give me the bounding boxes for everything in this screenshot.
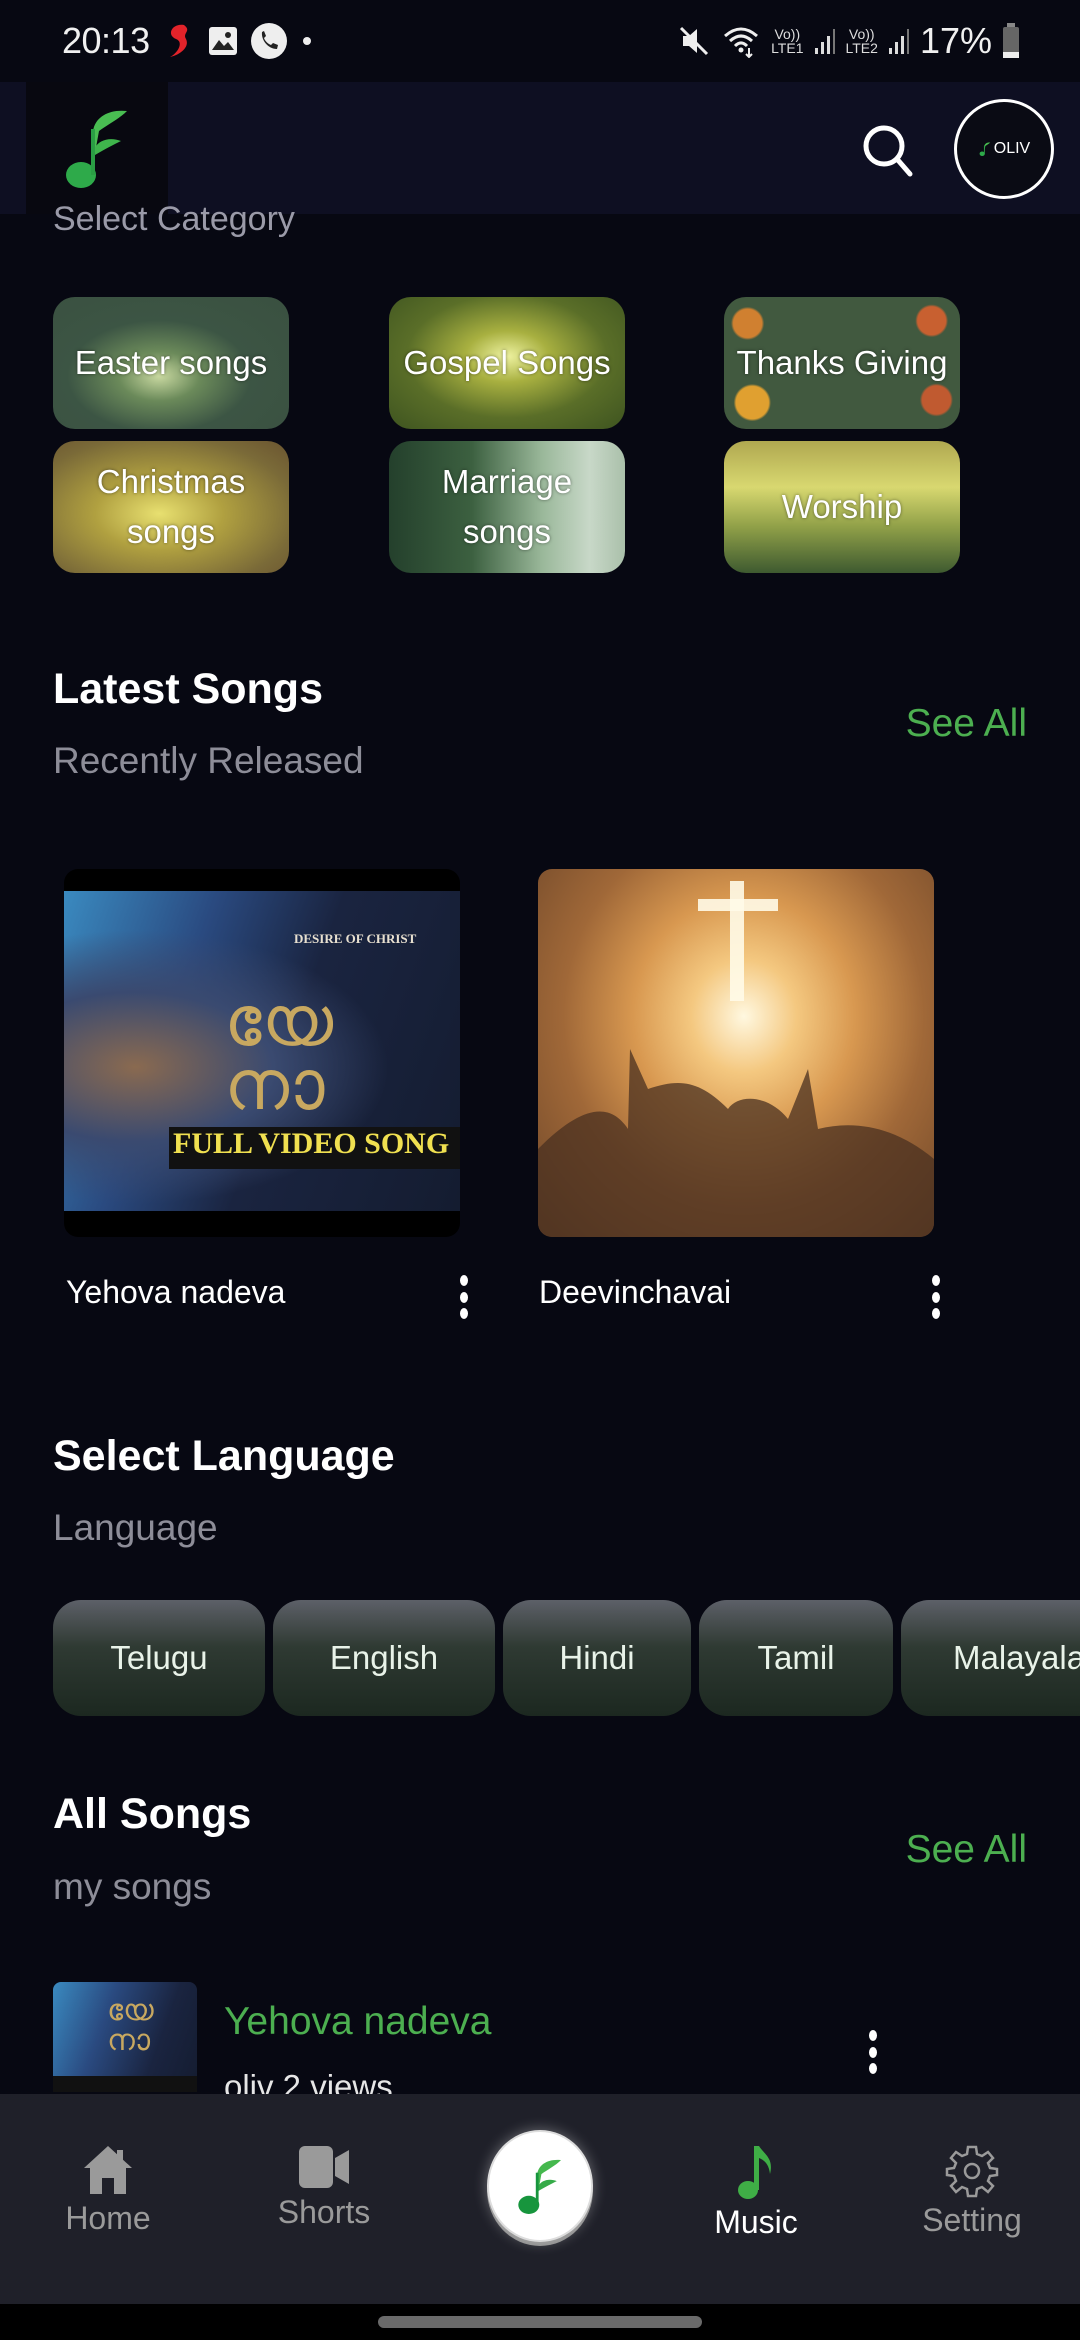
more-options-icon[interactable] xyxy=(926,1275,946,1319)
gear-icon xyxy=(945,2145,999,2198)
all-songs-see-all-link[interactable]: See All xyxy=(906,1828,1027,1872)
cross-icon xyxy=(538,881,934,1237)
category-christmas-songs[interactable]: Christmas songs xyxy=(53,441,289,573)
home-gesture-bar[interactable] xyxy=(378,2316,702,2328)
category-label: Christmas songs xyxy=(96,463,246,550)
nav-center-logo-button[interactable] xyxy=(487,2130,593,2242)
language-chip-hindi[interactable]: Hindi xyxy=(503,1600,691,1716)
album-art-image: DESIRE OF CHRIST യേ നാ FULL VIDEO SONG xyxy=(64,891,460,1211)
art-title-glyphs: യേ നാ xyxy=(224,984,333,1125)
airtel-icon xyxy=(162,21,196,61)
gallery-icon xyxy=(208,26,238,56)
battery-percent: 17% xyxy=(919,20,992,61)
song-title[interactable]: Yehova nadeva xyxy=(66,1274,285,1311)
select-language-title: Select Language xyxy=(53,1432,395,1480)
search-button[interactable] xyxy=(858,120,918,180)
nav-label: Home xyxy=(65,2200,151,2236)
nav-item-home[interactable]: Home xyxy=(28,2144,188,2237)
list-item-thumbnail[interactable]: യേ നാ xyxy=(53,1982,197,2092)
music-leaf-logo xyxy=(518,2159,561,2214)
latest-songs-subtitle: Recently Released xyxy=(53,740,364,781)
nav-item-music[interactable]: Music xyxy=(676,2144,836,2241)
category-marriage-songs[interactable]: Marriage songs xyxy=(389,441,625,573)
category-gospel-songs[interactable]: Gospel Songs xyxy=(389,297,625,429)
profile-avatar[interactable]: OLIV xyxy=(954,99,1054,199)
list-item-title[interactable]: Yehova nadeva xyxy=(224,2000,491,2044)
status-time: 20:13 xyxy=(62,20,150,61)
thumb-title-glyphs: യേ നാ xyxy=(107,1994,154,2057)
dot-icon xyxy=(300,34,314,48)
list-item-meta: oliv 2 views xyxy=(224,2068,393,2094)
language-chip-malayalam[interactable]: Malayalam xyxy=(901,1600,1080,1716)
sim1-label: LTE1 xyxy=(771,40,804,56)
music-leaf-logo xyxy=(979,142,991,156)
all-songs-title: All Songs xyxy=(53,1790,252,1838)
wifi-icon xyxy=(721,24,761,58)
category-label: Gospel Songs xyxy=(403,344,611,381)
signal-icon xyxy=(888,26,910,56)
sim2-label: LTE2 xyxy=(845,40,878,56)
nav-label: Shorts xyxy=(277,2194,371,2230)
nav-label: Setting xyxy=(922,2202,1022,2238)
song-title[interactable]: Deevinchavai xyxy=(539,1274,731,1311)
latest-songs-title: Latest Songs xyxy=(53,665,323,713)
category-label: Thanks Giving xyxy=(736,344,948,381)
category-easter-songs[interactable]: Easter songs xyxy=(53,297,289,429)
music-leaf-logo xyxy=(66,110,127,188)
art-brand-text: DESIRE OF CHRIST xyxy=(294,931,417,946)
gesture-area xyxy=(0,2304,1080,2340)
album-art-yehova-nadeva[interactable]: DESIRE OF CHRIST യേ നാ FULL VIDEO SONG xyxy=(64,869,460,1237)
home-icon xyxy=(84,2146,132,2194)
language-chip-telugu[interactable]: Telugu xyxy=(53,1600,265,1716)
app-bar: OLIV xyxy=(0,82,1080,214)
status-bar: 20:13 Vo)) LTE1 Vo)) LTE2 17% xyxy=(0,0,1080,82)
video-camera-icon xyxy=(299,2146,349,2188)
mute-icon xyxy=(677,24,711,58)
art-banner-text: FULL VIDEO SONG xyxy=(169,1127,460,1169)
search-icon xyxy=(863,125,913,177)
more-options-icon[interactable] xyxy=(454,1275,474,1319)
language-chip-row: Telugu English Hindi Tamil Malayalam xyxy=(53,1600,1080,1716)
sim1-indicator: Vo)) LTE1 xyxy=(771,27,803,55)
thumb-banner xyxy=(53,2076,197,2092)
nav-item-setting[interactable]: Setting xyxy=(892,2144,1052,2239)
category-label: Marriage songs xyxy=(441,463,573,550)
all-songs-subtitle: my songs xyxy=(53,1866,212,1907)
music-note-icon xyxy=(738,2146,771,2199)
more-options-icon[interactable] xyxy=(863,2030,883,2074)
album-art-deevinchavai[interactable] xyxy=(538,869,934,1237)
language-chip-english[interactable]: English xyxy=(273,1600,495,1716)
app-logo[interactable] xyxy=(26,82,168,214)
sim2-indicator: Vo)) LTE2 xyxy=(846,27,878,55)
category-label: Easter songs xyxy=(74,344,268,381)
category-label: Worship xyxy=(781,488,903,525)
battery-icon xyxy=(1002,23,1020,59)
latest-see-all-link[interactable]: See All xyxy=(906,702,1027,746)
language-subtitle: Language xyxy=(53,1507,218,1548)
signal-icon xyxy=(814,26,836,56)
nav-item-shorts[interactable]: Shorts xyxy=(244,2144,404,2231)
nav-label: Music xyxy=(714,2204,798,2240)
call-icon xyxy=(250,22,288,60)
bottom-navigation: Home Shorts Music Setting xyxy=(0,2094,1080,2304)
select-category-heading: Select Category xyxy=(53,200,295,238)
category-thanks-giving[interactable]: Thanks Giving xyxy=(724,297,960,429)
category-worship[interactable]: Worship xyxy=(724,441,960,573)
language-chip-tamil[interactable]: Tamil xyxy=(699,1600,893,1716)
avatar-text: OLIV xyxy=(993,140,1031,157)
